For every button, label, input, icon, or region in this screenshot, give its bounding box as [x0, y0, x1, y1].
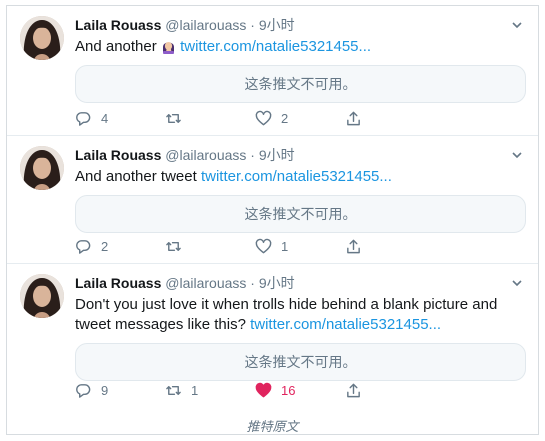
author-name[interactable]: Laila Rouass — [75, 275, 161, 291]
retweet-icon — [166, 113, 181, 123]
reply-icon — [76, 383, 91, 398]
like-count: 16 — [281, 382, 296, 398]
heart-icon — [255, 110, 272, 125]
like-count: 2 — [281, 110, 289, 126]
share-button[interactable] — [345, 238, 435, 255]
tweet-link[interactable]: twitter.com/natalie5321455... — [201, 168, 392, 185]
woman-facepalming-emoji — [162, 42, 174, 54]
chevron-down-icon[interactable] — [510, 148, 524, 162]
author-handle[interactable]: @lailarouass — [165, 275, 246, 291]
share-button[interactable] — [345, 110, 435, 127]
retweet-button[interactable]: 1 — [165, 382, 255, 399]
heart-filled-icon — [255, 382, 272, 397]
unavailable-quote-card: 这条推文不可用。 — [75, 195, 526, 233]
tweet-header: Laila Rouass @lailarouass · 9小时 — [75, 274, 526, 293]
timestamp[interactable]: 9小时 — [259, 17, 295, 33]
tweet-body: And another — [75, 38, 157, 55]
reply-icon — [76, 239, 91, 254]
chevron-down-icon[interactable] — [510, 18, 524, 32]
timestamp[interactable]: 9小时 — [259, 275, 295, 291]
tweet-actions: 2 1 — [75, 237, 435, 255]
reply-icon — [76, 111, 91, 126]
tweet-body: And another tweet — [75, 168, 197, 185]
caption: 推特原文 — [246, 419, 299, 434]
separator: · — [250, 147, 255, 163]
tweet-text: And another twitter.com/natalie5321455..… — [75, 37, 526, 57]
reply-button[interactable]: 4 — [75, 110, 165, 127]
author-name[interactable]: Laila Rouass — [75, 147, 161, 163]
retweet-count: 1 — [191, 382, 199, 398]
unavailable-quote-card: 这条推文不可用。 — [75, 65, 526, 103]
author-handle[interactable]: @lailarouass — [165, 147, 246, 163]
chevron-down-icon[interactable] — [510, 276, 524, 290]
author-name[interactable]: Laila Rouass — [75, 17, 161, 33]
heart-icon — [255, 238, 272, 253]
tweet[interactable]: Laila Rouass @lailarouass · 9小时 Don't yo… — [7, 264, 538, 410]
avatar[interactable] — [20, 16, 64, 60]
tweet-text: Don't you just love it when trolls hide … — [75, 295, 526, 335]
like-button[interactable]: 16 — [255, 382, 345, 399]
tweet-thread: Laila Rouass @lailarouass · 9小时 And anot… — [6, 5, 539, 435]
unavailable-quote-card: 这条推文不可用。 — [75, 343, 526, 381]
avatar[interactable] — [20, 146, 64, 190]
share-icon — [347, 111, 360, 125]
avatar[interactable] — [20, 274, 64, 318]
like-button[interactable]: 1 — [255, 238, 345, 255]
reply-count: 4 — [101, 110, 109, 126]
reply-button[interactable]: 9 — [75, 382, 165, 399]
retweet-button[interactable] — [165, 238, 255, 255]
tweet-header: Laila Rouass @lailarouass · 9小时 — [75, 16, 526, 35]
unavailable-message: 这条推文不可用。 — [244, 206, 357, 222]
share-icon — [347, 239, 360, 253]
share-button[interactable] — [345, 382, 435, 399]
tweet[interactable]: Laila Rouass @lailarouass · 9小时 And anot… — [7, 136, 538, 264]
tweet-link[interactable]: twitter.com/natalie5321455... — [180, 38, 371, 55]
reply-count: 9 — [101, 382, 109, 398]
tweet-actions: 4 2 — [75, 109, 435, 127]
share-icon — [347, 383, 360, 397]
unavailable-message: 这条推文不可用。 — [244, 354, 357, 370]
tweet-text: And another tweet twitter.com/natalie532… — [75, 167, 526, 187]
like-button[interactable]: 2 — [255, 110, 345, 127]
tweet-actions: 9 1 16 — [75, 381, 435, 399]
separator: · — [250, 275, 255, 291]
separator: · — [250, 17, 255, 33]
like-count: 1 — [281, 238, 289, 254]
tweet-header: Laila Rouass @lailarouass · 9小时 — [75, 146, 526, 165]
tweet[interactable]: Laila Rouass @lailarouass · 9小时 And anot… — [7, 6, 538, 136]
reply-count: 2 — [101, 238, 109, 254]
retweet-button[interactable] — [165, 110, 255, 127]
timestamp[interactable]: 9小时 — [259, 147, 295, 163]
unavailable-message: 这条推文不可用。 — [244, 76, 357, 92]
retweet-icon — [166, 241, 181, 251]
author-handle[interactable]: @lailarouass — [165, 17, 246, 33]
tweet-link[interactable]: twitter.com/natalie5321455... — [250, 316, 441, 333]
reply-button[interactable]: 2 — [75, 238, 165, 255]
retweet-icon — [166, 385, 181, 395]
